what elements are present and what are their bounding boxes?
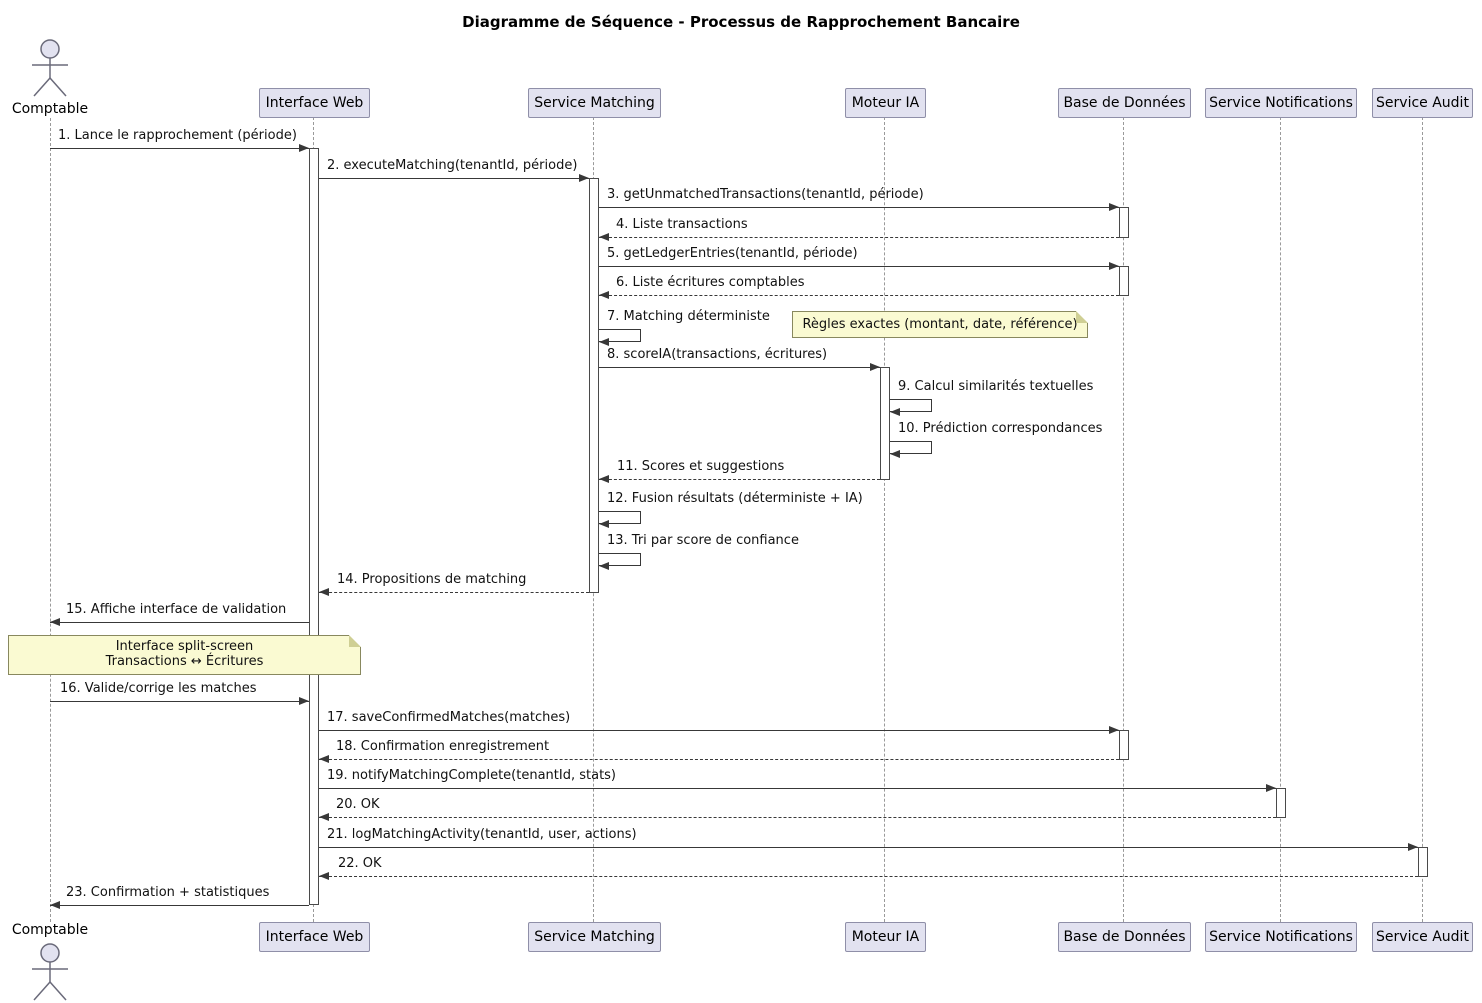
message-arrowhead bbox=[890, 450, 900, 458]
message-label: 23. Confirmation + statistiques bbox=[66, 885, 269, 901]
message-arrowhead bbox=[599, 291, 609, 299]
activation-interface-web bbox=[309, 148, 319, 905]
message-arrowhead bbox=[599, 562, 609, 570]
message-label: 3. getUnmatchedTransactions(tenantId, pé… bbox=[607, 187, 924, 203]
message-arrowhead bbox=[1109, 726, 1119, 734]
message-arrowhead bbox=[1109, 203, 1119, 211]
participant-base-de-donnees-bottom: Base de Données bbox=[1058, 922, 1191, 952]
message-arrowhead bbox=[50, 618, 60, 626]
message-line bbox=[319, 759, 1119, 760]
message-label: 15. Affiche interface de validation bbox=[66, 602, 286, 618]
actor-figure-bottom bbox=[14, 939, 86, 1003]
message-line bbox=[50, 622, 309, 623]
participant-service-matching-top: Service Matching bbox=[528, 88, 661, 118]
message-arrowhead bbox=[890, 408, 900, 416]
message-line bbox=[599, 367, 880, 368]
message-label: 10. Prédiction correspondances bbox=[898, 421, 1102, 437]
participant-moteur-ia-top: Moteur IA bbox=[845, 88, 926, 118]
lifeline-service-audit bbox=[1422, 117, 1423, 922]
activation-notifications bbox=[1276, 788, 1286, 818]
lifeline-comptable bbox=[50, 118, 51, 922]
message-label: 7. Matching déterministe bbox=[607, 309, 770, 325]
participant-moteur-ia-bottom: Moteur IA bbox=[845, 922, 926, 952]
note-split-screen: Interface split-screen Transactions ↔ Éc… bbox=[8, 635, 361, 675]
message-line bbox=[50, 905, 309, 906]
message-line bbox=[599, 237, 1119, 238]
message-arrowhead bbox=[50, 901, 60, 909]
activation-moteur-ia bbox=[880, 367, 890, 480]
message-label: 18. Confirmation enregistrement bbox=[336, 739, 549, 755]
message-line bbox=[319, 876, 1418, 877]
activation-bdd-1 bbox=[1119, 207, 1129, 238]
participant-service-notifications-bottom: Service Notifications bbox=[1205, 922, 1357, 952]
message-arrowhead bbox=[299, 144, 309, 152]
participant-interface-web-bottom: Interface Web bbox=[259, 922, 370, 952]
message-arrowhead bbox=[319, 872, 329, 880]
message-label: 17. saveConfirmedMatches(matches) bbox=[327, 710, 570, 726]
message-line bbox=[319, 847, 1418, 848]
actor-label-top: Comptable bbox=[0, 101, 100, 117]
message-arrowhead bbox=[599, 475, 609, 483]
message-arrowhead bbox=[599, 233, 609, 241]
message-label: 14. Propositions de matching bbox=[337, 572, 526, 588]
message-arrowhead bbox=[299, 697, 309, 705]
message-arrowhead bbox=[599, 520, 609, 528]
message-label: 16. Valide/corrige les matches bbox=[60, 681, 256, 697]
message-line bbox=[319, 788, 1276, 789]
message-line bbox=[599, 266, 1119, 267]
message-arrowhead bbox=[1408, 843, 1418, 851]
message-label: 13. Tri par score de confiance bbox=[607, 533, 799, 549]
message-line bbox=[599, 479, 880, 480]
note-line-1: Interface split-screen bbox=[9, 639, 360, 654]
message-arrowhead bbox=[1266, 784, 1276, 792]
message-arrowhead bbox=[599, 338, 609, 346]
message-line bbox=[50, 148, 309, 149]
message-label: 11. Scores et suggestions bbox=[617, 459, 784, 475]
message-label: 8. scoreIA(transactions, écritures) bbox=[607, 347, 827, 363]
message-label: 4. Liste transactions bbox=[616, 217, 748, 233]
message-line bbox=[599, 295, 1119, 296]
note-matching-rules: Règles exactes (montant, date, référence… bbox=[792, 311, 1088, 338]
message-arrowhead bbox=[319, 588, 329, 596]
message-label: 9. Calcul similarités textuelles bbox=[898, 379, 1093, 395]
message-label: 21. logMatchingActivity(tenantId, user, … bbox=[327, 827, 637, 843]
message-label: 6. Liste écritures comptables bbox=[616, 275, 805, 291]
message-label: 2. executeMatching(tenantId, période) bbox=[327, 158, 577, 174]
message-label: 22. OK bbox=[338, 856, 382, 872]
activation-bdd-2 bbox=[1119, 266, 1129, 296]
activation-bdd-3 bbox=[1119, 730, 1129, 760]
participant-service-audit-top: Service Audit bbox=[1372, 88, 1473, 118]
sequence-diagram: Diagramme de Séquence - Processus de Rap… bbox=[0, 0, 1482, 1003]
message-label: 1. Lance le rapprochement (période) bbox=[58, 128, 297, 144]
message-label: 5. getLedgerEntries(tenantId, période) bbox=[607, 246, 858, 262]
message-label: 12. Fusion résultats (déterministe + IA) bbox=[607, 491, 863, 507]
diagram-title: Diagramme de Séquence - Processus de Rap… bbox=[0, 13, 1482, 31]
activation-audit bbox=[1418, 847, 1428, 877]
message-arrowhead bbox=[1109, 262, 1119, 270]
message-line bbox=[319, 730, 1119, 731]
note-line-2: Transactions ↔ Écritures bbox=[9, 654, 360, 669]
message-label: 20. OK bbox=[336, 797, 380, 813]
message-arrowhead bbox=[579, 174, 589, 182]
actor-label-bottom: Comptable bbox=[0, 922, 100, 938]
message-line bbox=[599, 207, 1119, 208]
message-line bbox=[50, 701, 309, 702]
actor-figure-top bbox=[14, 38, 86, 100]
participant-interface-web-top: Interface Web bbox=[259, 88, 370, 118]
participant-service-audit-bottom: Service Audit bbox=[1372, 922, 1473, 952]
message-line bbox=[319, 178, 589, 179]
message-arrowhead bbox=[319, 755, 329, 763]
message-arrowhead bbox=[870, 363, 880, 371]
participant-service-matching-bottom: Service Matching bbox=[528, 922, 661, 952]
participant-base-de-donnees-top: Base de Données bbox=[1058, 88, 1191, 118]
message-line bbox=[319, 592, 589, 593]
message-arrowhead bbox=[319, 813, 329, 821]
message-label: 19. notifyMatchingComplete(tenantId, sta… bbox=[327, 768, 616, 784]
message-line bbox=[319, 817, 1276, 818]
participant-service-notifications-top: Service Notifications bbox=[1205, 88, 1357, 118]
activation-service-matching bbox=[589, 178, 599, 593]
